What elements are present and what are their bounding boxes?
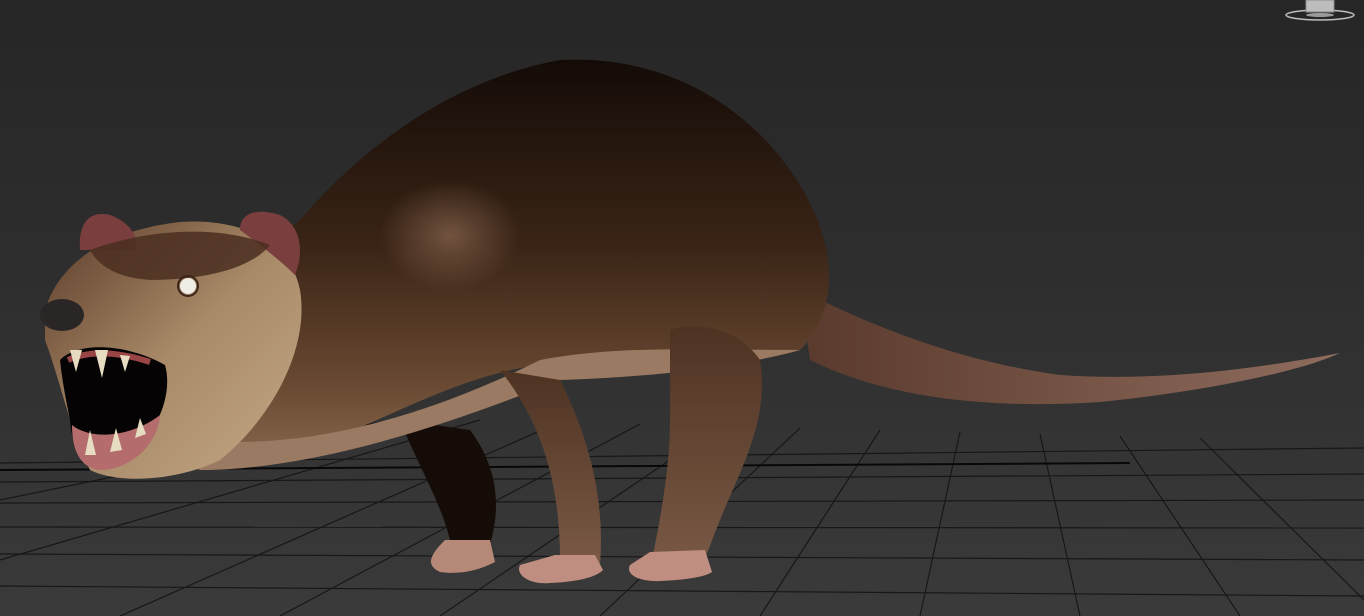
near-hind-paw: [629, 550, 712, 582]
tail: [800, 290, 1340, 405]
viewport-scene: [0, 59, 1364, 616]
body-sheen: [380, 180, 520, 290]
3d-viewport[interactable]: [0, 0, 1364, 616]
far-hind-leg: [400, 420, 496, 573]
nose: [40, 299, 84, 331]
viewcube-icon[interactable]: [1280, 0, 1364, 24]
eye: [180, 278, 196, 294]
near-front-paw: [519, 555, 603, 584]
